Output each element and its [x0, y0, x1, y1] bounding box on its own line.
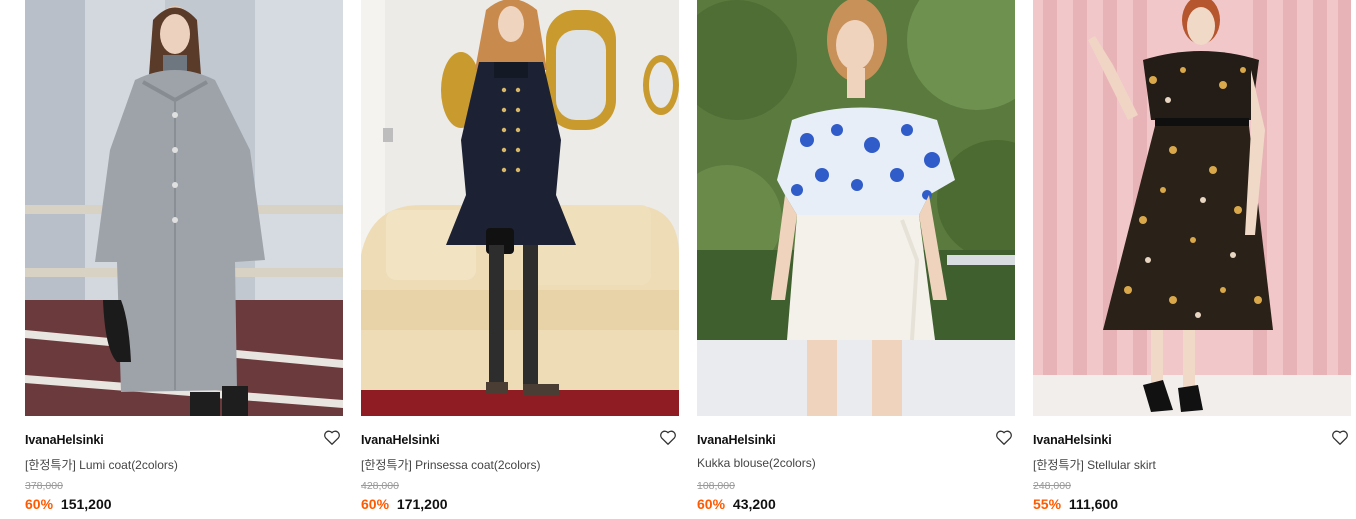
price-line: 55% 111,600 — [1033, 496, 1118, 512]
heart-outline-icon[interactable] — [1331, 429, 1349, 446]
original-price: 248,000 — [1033, 480, 1071, 492]
product-name[interactable]: [한정특가] Lumi coat(2colors) — [25, 456, 178, 473]
price-line: 60% 43,200 — [697, 496, 776, 512]
heart-outline-icon[interactable] — [659, 429, 677, 446]
discount-rate: 55% — [1033, 496, 1062, 512]
product-name[interactable]: Kukka blouse(2colors) — [697, 456, 816, 470]
product-image[interactable] — [25, 0, 343, 416]
sale-price: 151,200 — [60, 496, 112, 512]
product-image[interactable] — [697, 0, 1015, 416]
product-card[interactable]: IvanaHelsinki Kukka blouse(2colors) 108,… — [697, 0, 1015, 519]
discount-rate: 60% — [25, 496, 54, 512]
brand-name[interactable]: IvanaHelsinki — [361, 433, 440, 447]
product-name[interactable]: [한정특가] Prinsessa coat(2colors) — [361, 456, 541, 473]
product-info: IvanaHelsinki [한정특가] Lumi coat(2colors) … — [25, 416, 343, 519]
product-card[interactable]: IvanaHelsinki [한정특가] Lumi coat(2colors) … — [25, 0, 343, 519]
original-price: 378,000 — [25, 480, 63, 492]
product-info: IvanaHelsinki [한정특가] Prinsessa coat(2col… — [361, 416, 679, 519]
product-image[interactable] — [361, 0, 679, 416]
product-image[interactable] — [1033, 0, 1351, 416]
product-name[interactable]: [한정특가] Stellular skirt — [1033, 456, 1156, 473]
sale-price: 43,200 — [732, 496, 776, 512]
original-price: 108,000 — [697, 480, 735, 492]
sale-price: 111,600 — [1068, 496, 1118, 512]
sale-price: 171,200 — [396, 496, 448, 512]
brand-name[interactable]: IvanaHelsinki — [697, 433, 776, 447]
product-info: IvanaHelsinki Kukka blouse(2colors) 108,… — [697, 416, 1015, 519]
heart-outline-icon[interactable] — [995, 429, 1013, 446]
brand-name[interactable]: IvanaHelsinki — [25, 433, 104, 447]
brand-name[interactable]: IvanaHelsinki — [1033, 433, 1112, 447]
product-info: IvanaHelsinki [한정특가] Stellular skirt 248… — [1033, 416, 1351, 519]
price-line: 60% 171,200 — [361, 496, 448, 512]
price-line: 60% 151,200 — [25, 496, 112, 512]
product-grid: IvanaHelsinki [한정특가] Lumi coat(2colors) … — [25, 0, 1351, 519]
original-price: 428,000 — [361, 480, 399, 492]
discount-rate: 60% — [697, 496, 726, 512]
heart-outline-icon[interactable] — [323, 429, 341, 446]
discount-rate: 60% — [361, 496, 390, 512]
product-card[interactable]: IvanaHelsinki [한정특가] Prinsessa coat(2col… — [361, 0, 679, 519]
product-card[interactable]: IvanaHelsinki [한정특가] Stellular skirt 248… — [1033, 0, 1351, 519]
